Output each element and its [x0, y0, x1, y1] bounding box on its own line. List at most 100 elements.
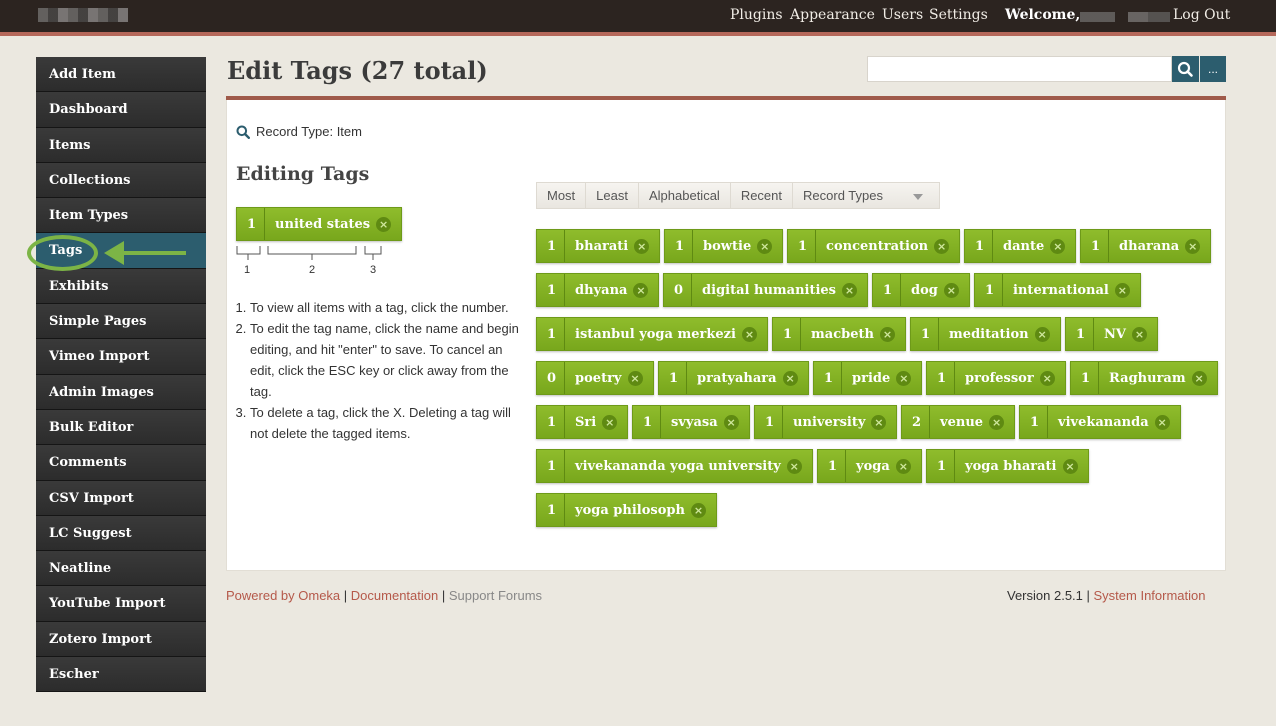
tag-count[interactable]: 1 — [537, 318, 566, 350]
delete-icon[interactable]: × — [1062, 458, 1078, 474]
sort-alphabetical[interactable]: Alphabetical — [639, 183, 731, 208]
search-input[interactable] — [867, 56, 1172, 82]
tag-count[interactable]: 0 — [537, 362, 566, 394]
sidebar-item-bulk-editor[interactable]: Bulk Editor — [36, 409, 206, 446]
documentation-link[interactable]: Documentation — [351, 588, 438, 603]
tag-name[interactable]: university — [783, 415, 871, 430]
tag-count[interactable]: 1 — [633, 406, 662, 438]
delete-icon[interactable]: × — [1039, 370, 1055, 386]
tag-name[interactable]: concentration — [816, 239, 934, 254]
tag-count[interactable]: 1 — [755, 406, 784, 438]
delete-icon[interactable]: × — [634, 238, 650, 254]
tag-count[interactable]: 1 — [659, 362, 688, 394]
tag-count[interactable]: 1 — [814, 362, 843, 394]
sort-recent[interactable]: Recent — [731, 183, 794, 208]
tag-count[interactable]: 1 — [873, 274, 902, 306]
delete-icon[interactable]: × — [1185, 238, 1201, 254]
tag-name[interactable]: vivekananda — [1048, 415, 1155, 430]
delete-icon[interactable]: × — [1191, 370, 1207, 386]
tag-count[interactable]: 1 — [1081, 230, 1110, 262]
delete-icon[interactable]: × — [989, 414, 1005, 430]
tag-count[interactable]: 1 — [911, 318, 940, 350]
delete-icon[interactable]: × — [871, 414, 887, 430]
delete-icon[interactable]: × — [1154, 414, 1170, 430]
delete-icon[interactable]: × — [895, 458, 911, 474]
tag-name[interactable]: dharana — [1109, 239, 1185, 254]
sidebar-item-simple-pages[interactable]: Simple Pages — [36, 304, 206, 340]
tag-count[interactable]: 1 — [665, 230, 694, 262]
powered-by-link[interactable]: Powered by Omeka — [226, 588, 340, 603]
sort-least[interactable]: Least — [586, 183, 639, 208]
username-redacted[interactable] — [1080, 12, 1170, 22]
sidebar-item-neatline[interactable]: Neatline — [36, 551, 206, 587]
delete-icon[interactable]: × — [943, 282, 959, 298]
tag-name[interactable]: dante — [993, 239, 1050, 254]
tag-name[interactable]: international — [1003, 283, 1115, 298]
tag-count[interactable]: 1 — [773, 318, 802, 350]
sidebar-item-escher[interactable]: Escher — [36, 657, 206, 693]
sidebar-item-exhibits[interactable]: Exhibits — [36, 268, 206, 305]
tag-count[interactable]: 1 — [965, 230, 994, 262]
sidebar-item-csv-import[interactable]: CSV Import — [36, 480, 206, 516]
tag-name[interactable]: dog — [901, 283, 944, 298]
sidebar-item-vimeo-import[interactable]: Vimeo Import — [36, 339, 206, 375]
tag-name[interactable]: svyasa — [661, 415, 724, 430]
delete-icon[interactable]: × — [1132, 326, 1148, 342]
tag-count[interactable]: 1 — [537, 406, 566, 438]
delete-icon[interactable]: × — [879, 326, 895, 342]
delete-icon[interactable]: × — [1114, 282, 1130, 298]
tag-name[interactable]: yoga bharati — [955, 459, 1062, 474]
nav-settings[interactable]: Settings — [929, 7, 988, 23]
sort-most[interactable]: Most — [537, 183, 587, 208]
tag-name[interactable]: meditation — [939, 327, 1035, 342]
delete-icon[interactable]: × — [782, 370, 798, 386]
tag-name[interactable]: digital humanities — [692, 283, 842, 298]
tag-count[interactable]: 1 — [537, 494, 566, 526]
delete-icon[interactable]: × — [757, 238, 773, 254]
delete-icon[interactable]: × — [633, 282, 649, 298]
tag-count[interactable]: 1 — [927, 362, 956, 394]
delete-icon[interactable]: × — [690, 502, 706, 518]
delete-icon[interactable]: × — [896, 370, 912, 386]
tag-count[interactable]: 2 — [902, 406, 931, 438]
system-info-link[interactable]: System Information — [1094, 588, 1206, 603]
sidebar-item-items[interactable]: Items — [36, 127, 206, 163]
nav-users[interactable]: Users — [882, 7, 923, 23]
nav-plugins[interactable]: Plugins — [730, 7, 783, 23]
tag-name[interactable]: macbeth — [801, 327, 880, 342]
tag-name[interactable]: bharati — [565, 239, 634, 254]
logout-link[interactable]: Log Out — [1173, 7, 1230, 23]
tag-name[interactable]: poetry — [565, 371, 627, 386]
tag-name[interactable]: pride — [842, 371, 896, 386]
tag-name[interactable]: Sri — [565, 415, 602, 430]
sidebar-item-collections[interactable]: Collections — [36, 162, 206, 199]
tag-name[interactable]: pratyahara — [687, 371, 783, 386]
tag-count[interactable]: 1 — [1066, 318, 1095, 350]
tag-name[interactable]: professor — [955, 371, 1040, 386]
record-types-dropdown[interactable]: Record Types — [793, 183, 939, 208]
support-forums-link[interactable]: Support Forums — [449, 588, 542, 603]
sidebar-item-comments[interactable]: Comments — [36, 445, 206, 481]
delete-icon[interactable]: × — [741, 326, 757, 342]
sidebar-item-item-types[interactable]: Item Types — [36, 198, 206, 234]
tag-name[interactable]: yoga — [846, 459, 896, 474]
tag-count[interactable]: 1 — [537, 274, 566, 306]
delete-icon[interactable]: × — [602, 414, 618, 430]
sidebar-item-admin-images[interactable]: Admin Images — [36, 374, 206, 410]
tag-name[interactable]: istanbul yoga merkezi — [565, 327, 742, 342]
sidebar-item-add-item[interactable]: Add Item — [36, 57, 206, 93]
delete-icon[interactable]: × — [1034, 326, 1050, 342]
delete-icon[interactable]: × — [786, 458, 802, 474]
tag-name[interactable]: venue — [930, 415, 989, 430]
delete-icon[interactable]: × — [842, 282, 858, 298]
tag-name[interactable]: NV — [1094, 327, 1132, 342]
tag-count[interactable]: 1 — [537, 450, 566, 482]
tag-count[interactable]: 1 — [927, 450, 956, 482]
tag-name[interactable]: dhyana — [565, 283, 633, 298]
tag-count[interactable]: 1 — [975, 274, 1004, 306]
search-button[interactable] — [1172, 56, 1199, 82]
tag-count[interactable]: 1 — [818, 450, 847, 482]
tag-count[interactable]: 1 — [537, 230, 566, 262]
tag-count[interactable]: 1 — [788, 230, 817, 262]
tag-name[interactable]: bowtie — [693, 239, 757, 254]
